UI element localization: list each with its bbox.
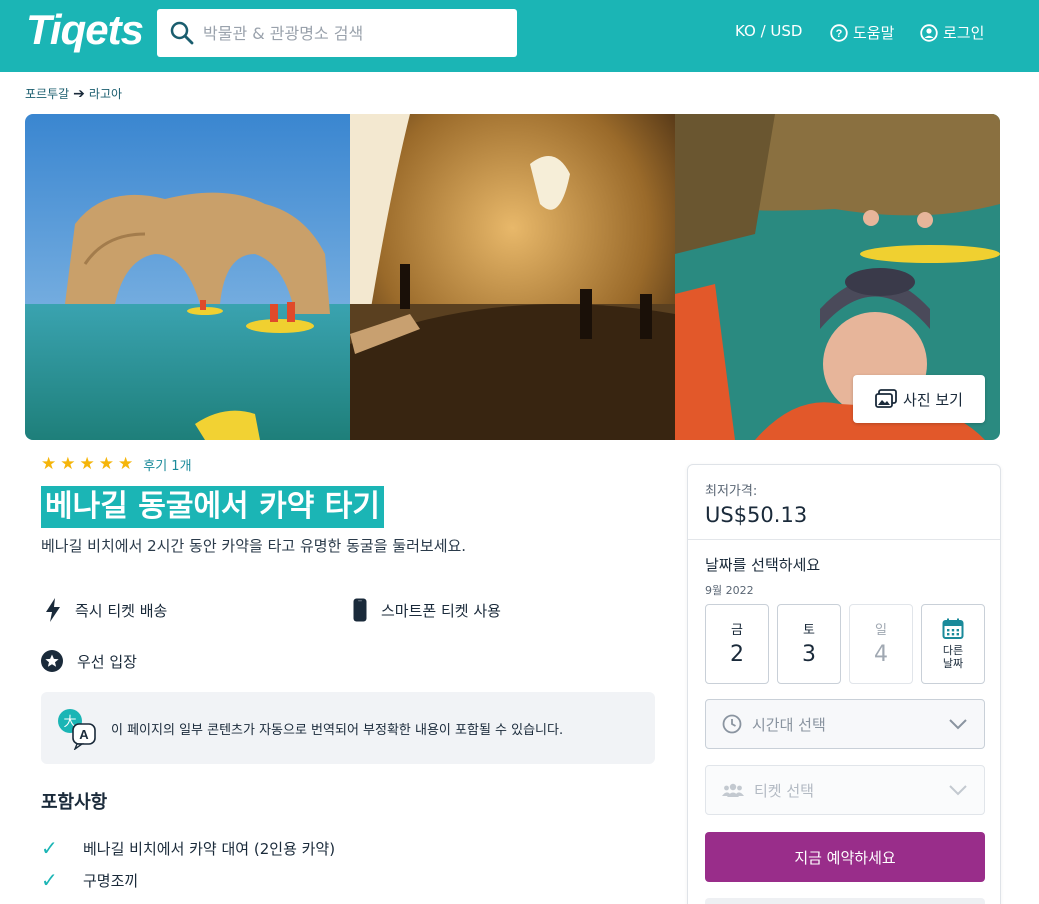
locale-currency-selector[interactable]: KO / USD [735,22,802,40]
svg-text:A: A [79,727,89,742]
other-dates-button[interactable]: 다른 날짜 [921,604,985,684]
star-icon: ★ [79,454,95,474]
people-icon [722,783,744,797]
included-item-label: 구명조끼 [83,871,139,890]
star-icon: ★ [41,454,57,474]
included-item-label: 베나길 비치에서 카약 대여 (2인용 카약) [83,839,336,858]
ticket-select[interactable]: 티켓 선택 [705,765,985,815]
feature-instant-delivery: 즉시 티켓 배송 [45,598,167,622]
month-label: 9월 2022 [705,584,754,597]
included-item: ✓ 구명조끼 [41,868,138,892]
feature-smartphone-ticket: 스마트폰 티켓 사용 [353,598,501,622]
date-number: 4 [874,642,888,667]
price-from-label: 최저가격: [705,484,758,499]
search-icon [170,21,194,45]
date-number: 2 [730,642,744,667]
help-label: 도움말 [853,24,895,42]
login-link[interactable]: 로그인 [920,22,984,43]
date-option-disabled: 일 4 [849,604,913,684]
feature-label: 스마트폰 티켓 사용 [381,601,501,620]
page-title: 베나길 동굴에서 카약 타기 [41,486,384,528]
chevron-down-icon [949,785,967,796]
card-footer-placeholder [705,898,985,904]
feature-label: 우선 입장 [77,652,137,671]
photos-icon [875,389,897,408]
help-link[interactable]: ? 도움말 [830,22,894,43]
reviews-link[interactable]: 후기 1개 [143,455,191,474]
smartphone-icon [353,598,367,622]
timeslot-label: 시간대 선택 [752,715,826,734]
booking-card: 최저가격: US$50.13 날짜를 선택하세요 9월 2022 금 2 토 3… [687,464,1001,904]
breadcrumb-city[interactable]: 라고아 [89,85,122,102]
translation-notice: 大 A 이 페이지의 일부 콘텐츠가 자동으로 번역되어 부정확한 내용이 포함… [41,692,655,764]
divider [688,539,1000,540]
locale-label: KO / USD [735,22,803,40]
star-icon: ★ [60,454,76,474]
chevron-down-icon [949,719,967,730]
gallery-photo-cave[interactable] [350,114,675,440]
login-label: 로그인 [943,24,985,42]
search-input[interactable] [203,17,503,49]
date-option[interactable]: 금 2 [705,604,769,684]
view-photos-label: 사진 보기 [903,390,963,409]
tiqets-logo[interactable]: Tiqets [26,6,144,54]
search-box[interactable] [157,9,517,57]
included-item: ✓ 베나길 비치에서 카약 대여 (2인용 카약) [41,836,335,860]
translation-notice-text: 이 페이지의 일부 콘텐츠가 자동으로 번역되어 부정확한 내용이 포함될 수 … [111,722,564,738]
help-icon: ? [830,23,848,42]
date-weekday: 일 [875,623,887,638]
book-now-button[interactable]: 지금 예약하세요 [705,832,985,882]
top-header: Tiqets KO / USD ? 도움말 로그인 [0,0,1039,72]
feature-priority-access: 우선 입장 [41,650,137,672]
checkmark-icon: ✓ [41,868,58,892]
breadcrumb-country[interactable]: 포르투갈 [25,85,69,102]
gallery-photo-arch[interactable] [25,114,350,440]
star-icon: ★ [98,454,114,474]
star-badge-icon [41,650,63,672]
rating-row: ★ ★ ★ ★ ★ 후기 1개 [41,454,192,474]
included-heading: 포함사항 [41,792,108,813]
book-now-label: 지금 예약하세요 [794,848,896,867]
view-photos-button[interactable]: 사진 보기 [853,375,985,423]
date-select-label: 날짜를 선택하세요 [705,556,821,574]
lightning-icon [46,598,60,622]
translate-icon: 大 A [58,709,96,750]
other-dates-label: 다른 [942,644,964,657]
page-subtitle: 베나길 비치에서 2시간 동안 카약을 타고 유명한 동굴을 둘러보세요. [41,537,467,555]
other-dates-label: 날짜 [942,657,964,670]
user-icon [920,23,938,42]
arrow-right-icon: ➔ [73,85,85,102]
date-weekday: 금 [731,623,743,638]
checkmark-icon: ✓ [41,836,58,860]
feature-label: 즉시 티켓 배송 [75,601,168,620]
date-number: 3 [802,642,816,667]
date-weekday: 토 [803,623,815,638]
price-value: US$50.13 [705,503,808,527]
date-option[interactable]: 토 3 [777,604,841,684]
svg-text:?: ? [836,28,843,40]
star-icon: ★ [118,454,134,474]
ticket-label: 티켓 선택 [754,781,814,800]
calendar-icon [942,618,964,639]
breadcrumb: 포르투갈 ➔ 라고아 [25,85,122,102]
timeslot-select[interactable]: 시간대 선택 [705,699,985,749]
clock-icon [722,714,742,734]
